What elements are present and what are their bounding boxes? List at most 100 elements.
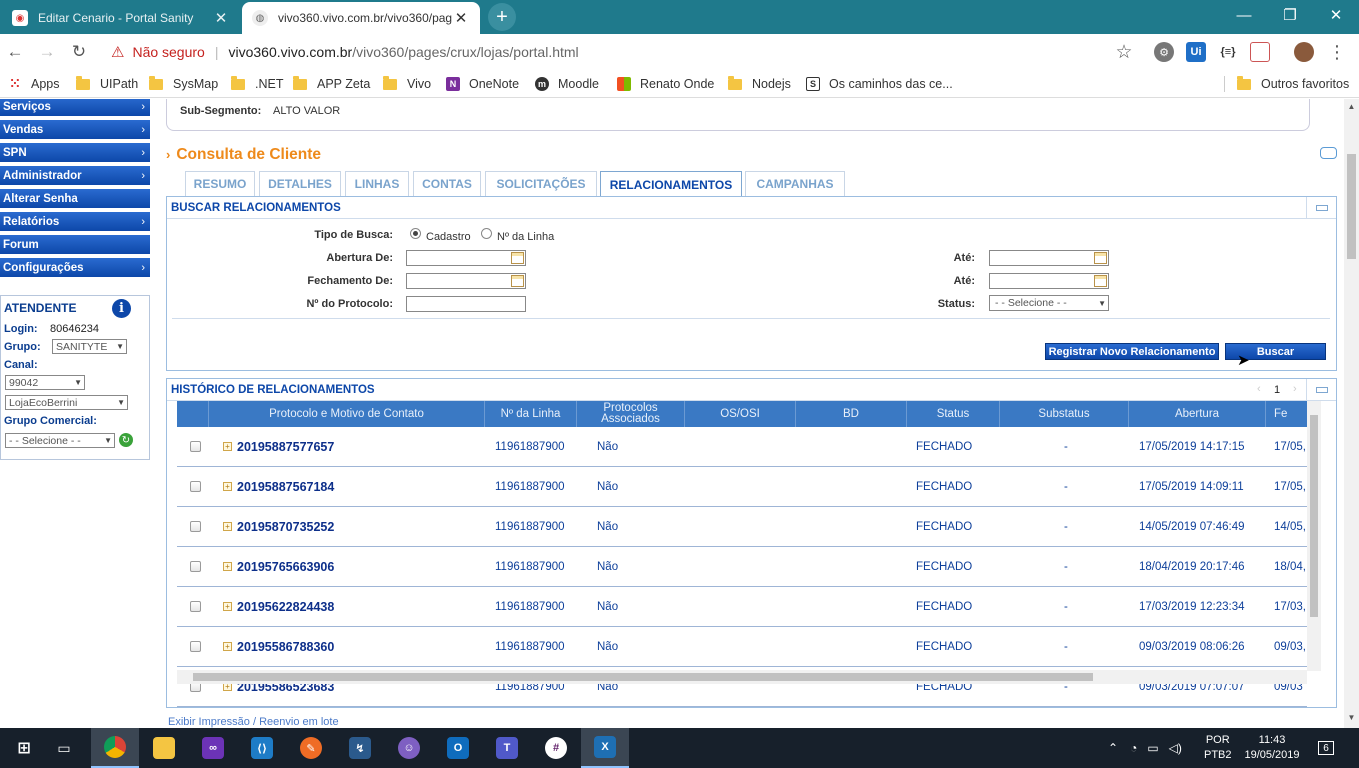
bookmark-moodle[interactable]: m Moodle [535,75,599,93]
fechamento-ate-input[interactable] [989,273,1109,289]
radio-cadastro[interactable] [410,228,421,239]
expand-row-icon[interactable]: + [223,642,232,651]
protocolo-link[interactable]: 20195887577657 [237,427,334,467]
row-checkbox[interactable] [190,481,201,492]
expand-row-icon[interactable]: + [223,522,232,531]
close-tab-icon[interactable]: ✕ [452,9,470,27]
security-label[interactable]: Não seguro [132,44,204,60]
menu-item-spn[interactable]: SPN › [0,143,150,163]
menu-item-vendas[interactable]: Vendas › [0,120,150,140]
taskbar-teams[interactable]: T [483,728,531,768]
expand-row-icon[interactable]: + [223,562,232,571]
grid-vertical-scrollbar[interactable] [1307,401,1321,671]
taskbar-visual-studio[interactable]: ∞ [189,728,237,768]
reload-icon[interactable]: ↻ [67,40,91,64]
chat-bubble-icon[interactable] [1320,147,1337,159]
new-tab-button[interactable]: + [488,3,516,31]
taskbar-discord[interactable]: ☺ [385,728,433,768]
taskbar-excel[interactable]: X [581,728,629,768]
bookmark-apps[interactable]: ⁙ Apps [8,75,60,93]
tab-linhas[interactable]: LINHAS [345,171,409,196]
minimize-icon[interactable]: — [1221,0,1267,30]
col-os-osi[interactable]: OS/OSI [685,401,796,427]
bookmark-vivo[interactable]: Vivo [383,75,431,93]
calendar-icon[interactable] [511,252,524,264]
col-protocolos-associados[interactable]: Protocolos Associados [577,401,685,427]
bookmark-star-icon[interactable]: ☆ [1112,40,1136,64]
loja-select[interactable]: LojaEcoBerrini ▼ [5,395,128,410]
col-fechamento[interactable]: Fe [1266,401,1307,427]
notifications-button[interactable]: 6 [1318,728,1334,768]
abertura-de-input[interactable] [406,250,526,266]
table-row[interactable]: +20195622824438 11961887900 Não FECHADO - 17/… [177,587,1307,627]
row-checkbox[interactable] [190,561,201,572]
menu-item-administrador[interactable]: Administrador › [0,166,150,186]
maximize-icon[interactable]: ❐ [1267,0,1313,30]
tray-icons[interactable]: ⌃ ◔ ▭ ◁) [1108,728,1182,768]
task-view-button[interactable]: ▭ [40,728,88,768]
taskbar-file-explorer[interactable] [140,728,188,768]
close-window-icon[interactable]: ✕ [1313,0,1359,30]
protocolo-link[interactable]: 20195887567184 [237,467,334,507]
clock[interactable]: 11:43 19/05/2019 [1242,728,1302,768]
tab-relacionamentos[interactable]: RELACIONAMENTOS [600,171,742,197]
protocolo-link[interactable]: 20195870735252 [237,507,334,547]
menu-item-configuracoes[interactable]: Configurações › [0,258,150,278]
row-checkbox[interactable] [190,601,201,612]
calendar-icon[interactable] [1094,252,1107,264]
next-page-icon[interactable]: › [1293,383,1297,395]
taskbar-uipath-studio[interactable]: ↯ [336,728,384,768]
bookmark-os-caminhos[interactable]: S Os caminhos das ce... [806,75,953,93]
taskbar-slack[interactable]: # [532,728,580,768]
language-indicator[interactable]: POR PTB2 [1204,728,1232,768]
page-vertical-scrollbar[interactable]: ▲ ▼ [1344,99,1359,729]
bookmark-dotnet[interactable]: .NET [231,75,283,93]
col-status[interactable]: Status [907,401,1000,427]
col-bd[interactable]: BD [796,401,907,427]
bookmark-renato-onde[interactable]: Renato Onde [617,75,714,93]
footer-links[interactable]: Exibir Impressão / Reenvio em lote [168,716,339,728]
col-abertura[interactable]: Abertura [1129,401,1266,427]
table-row[interactable]: +20195870735252 11961887900 Não FECHADO - 14/… [177,507,1307,547]
browser-tab-vivo360[interactable]: ◍ vivo360.vivo.com.br/vivo360/pag ✕ [242,2,480,34]
collapse-panel-icon[interactable] [1306,197,1336,218]
registrar-novo-relacionamento-button[interactable]: Registrar Novo Relacionamento [1045,343,1219,360]
menu-item-forum[interactable]: Forum [0,235,150,255]
json-extension-icon[interactable]: {≡} [1218,42,1238,62]
taskbar-vscode[interactable]: ⟨⟩ [238,728,286,768]
tab-solicitacoes[interactable]: SOLICITAÇÕES [485,171,597,196]
menu-item-relatorios[interactable]: Relatórios › [0,212,150,232]
chevron-up-icon[interactable]: ⌃ [1108,741,1118,755]
bookmark-nodejs[interactable]: Nodejs [728,75,791,93]
protocolo-input[interactable] [406,296,526,312]
expand-row-icon[interactable]: + [223,602,232,611]
extension-gear-icon[interactable]: ⚙ [1154,42,1174,62]
prev-page-icon[interactable]: ‹ [1257,383,1261,395]
tab-contas[interactable]: CONTAS [413,171,481,196]
col-linha[interactable]: Nº da Linha [485,401,577,427]
taskbar-postman[interactable]: ✎ [287,728,335,768]
bookmark-app-zeta[interactable]: APP Zeta [293,75,370,93]
screenshot-extension-icon[interactable] [1250,42,1270,62]
close-tab-icon[interactable]: ✕ [212,9,230,27]
bookmark-onenote[interactable]: N OneNote [446,75,519,93]
expand-row-icon[interactable]: + [223,482,232,491]
tab-detalhes[interactable]: DETALHES [259,171,341,196]
fechamento-de-input[interactable] [406,273,526,289]
abertura-ate-input[interactable] [989,250,1109,266]
calendar-icon[interactable] [511,275,524,287]
volume-icon[interactable]: ◁) [1169,741,1182,755]
table-row[interactable]: +20195765663906 11961887900 Não FECHADO - 18/… [177,547,1307,587]
radio-numero-linha[interactable] [481,228,492,239]
row-checkbox[interactable] [190,441,201,452]
bookmark-other-favorites[interactable]: Outros favoritos [1237,75,1349,93]
grupo-comercial-select[interactable]: - - Selecione - - ▼ [5,433,115,448]
grid-horizontal-scrollbar[interactable] [177,670,1307,684]
uipath-extension-icon[interactable]: Ui [1186,42,1206,62]
canal-select[interactable]: 99042 ▼ [5,375,85,390]
forward-icon[interactable]: → [35,40,59,64]
col-substatus[interactable]: Substatus [1000,401,1129,427]
protocolo-link[interactable]: 20195622824438 [237,587,334,627]
browser-tab-editar-cenario[interactable]: ◉ Editar Cenario - Portal Sanity ✕ [2,2,240,34]
scroll-thumb[interactable] [1347,154,1356,259]
